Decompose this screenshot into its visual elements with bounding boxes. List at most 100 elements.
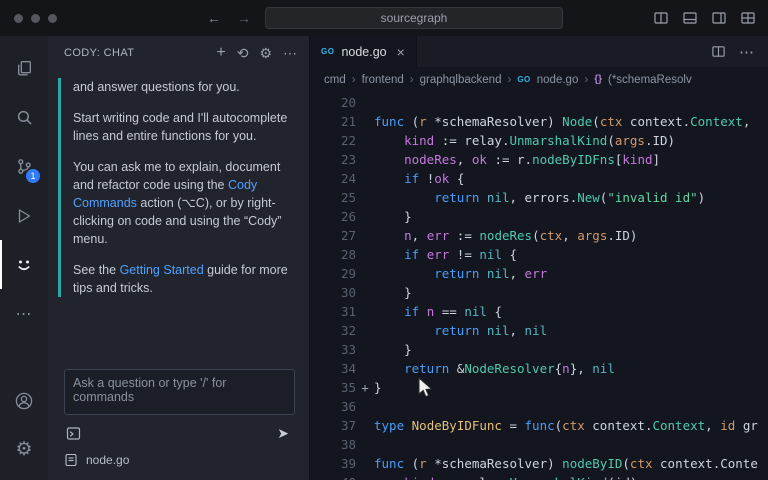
sidebar-header-actions: + ⟲ ⚙ ⋯ <box>216 45 297 61</box>
chat-input-container <box>64 369 295 420</box>
gutter-spacer <box>356 473 374 480</box>
gutter-spacer <box>356 150 374 169</box>
chat-paragraph: You can ask me to explain, document and … <box>73 158 295 248</box>
chat-paragraph: Start writing code and I'll autocomplete… <box>73 109 295 145</box>
close-tab-icon[interactable]: × <box>397 44 405 60</box>
customize-layout-icon[interactable] <box>740 10 756 26</box>
breadcrumb-separator: › <box>351 73 356 86</box>
window-close-icon[interactable] <box>14 13 23 23</box>
command-prompt-icon[interactable] <box>66 426 81 441</box>
scm-badge: 1 <box>26 169 40 183</box>
gutter-spacer <box>356 169 374 188</box>
code-text: if err != nil { <box>404 247 518 262</box>
line-number: 23 <box>340 152 356 167</box>
chat-text: and answer questions for you. <box>73 80 240 94</box>
breadcrumb-item[interactable]: cmd <box>324 74 346 86</box>
toggle-sidebar-right-icon[interactable] <box>711 10 727 26</box>
command-center-search[interactable]: sourcegraph <box>265 7 563 29</box>
gutter-spacer <box>356 226 374 245</box>
line-number: 32 <box>340 323 356 338</box>
line-number: 25 <box>340 190 356 205</box>
code-text: n, err := nodeRes(ctx, args.ID) <box>404 228 638 243</box>
settings-gear-icon[interactable]: ⚙ <box>0 425 48 474</box>
search-icon[interactable] <box>0 93 48 142</box>
line-number: 29 <box>340 266 356 281</box>
code-text: kind := relay.UnmarshalKind(id) <box>374 473 637 480</box>
explorer-icon[interactable] <box>0 44 48 93</box>
chat-input[interactable] <box>64 369 295 415</box>
code-text: } <box>374 342 412 357</box>
code-editor[interactable]: 20 21 func (r *schemaResolver) Node(ctx co… <box>310 92 768 480</box>
code-text: if n == nil { <box>404 304 502 319</box>
code-text: func (r *schemaResolver) nodeByID(ctx co… <box>374 456 758 471</box>
new-chat-icon[interactable]: + <box>216 45 225 61</box>
breadcrumb-item[interactable]: graphqlbackend <box>420 74 502 86</box>
activity-bar-bottom: ⚙ <box>0 376 48 480</box>
line-number: 26 <box>340 209 356 224</box>
gutter-spacer <box>356 112 374 131</box>
back-button[interactable]: ← <box>207 11 221 25</box>
add-annotation-icon[interactable]: + <box>356 378 374 397</box>
chat-settings-gear-icon[interactable]: ⚙ <box>259 46 272 60</box>
code-text: kind := relay.UnmarshalKind(args.ID) <box>404 133 676 148</box>
line-number: 38 <box>340 437 356 452</box>
go-file-icon: GO <box>517 75 531 84</box>
chat-input-actions: ➤ <box>48 420 309 444</box>
sidebar-header: CODY: CHAT + ⟲ ⚙ ⋯ <box>48 36 309 70</box>
line-number: 20 <box>340 95 356 110</box>
context-file-row[interactable]: node.go <box>48 444 309 476</box>
search-text: sourcegraph <box>380 11 448 25</box>
code-text: nodeRes, ok := r.nodeByIDFns[kind] <box>404 152 661 167</box>
line-number: 39 <box>340 456 356 471</box>
code-line: 30 } <box>310 283 768 302</box>
gutter-spacer <box>356 283 374 302</box>
code-line: 39 func (r *schemaResolver) nodeByID(ctx … <box>310 454 768 473</box>
editor-more-icon[interactable]: ⋯ <box>739 43 755 61</box>
code-line: 23 nodeRes, ok := r.nodeByIDFns[kind] <box>310 150 768 169</box>
window-controls[interactable] <box>14 13 57 23</box>
breadcrumb-item[interactable]: frontend <box>362 74 404 86</box>
breadcrumb-item[interactable]: (*schemaResolv <box>608 74 692 86</box>
chat-history-icon[interactable]: ⟲ <box>237 46 249 60</box>
line-number: 22 <box>340 133 356 148</box>
code-line: 28 if err != nil { <box>310 245 768 264</box>
gutter-spacer <box>356 131 374 150</box>
code-line: 32 return nil, nil <box>310 321 768 340</box>
chat-text: Start writing code and I'll autocomplete… <box>73 111 288 143</box>
line-number: 40 <box>310 473 356 480</box>
vscode-window: ← → sourcegraph 1 ⋯ ⚙ CODY: CHAT + ⟲ ⚙ ⋯… <box>0 0 768 480</box>
line-number: 28 <box>340 247 356 262</box>
tab-node-go[interactable]: GO node.go × <box>310 36 417 67</box>
gutter-spacer <box>356 264 374 283</box>
window-minimize-icon[interactable] <box>31 13 40 23</box>
code-text: } <box>374 209 412 224</box>
split-editor-icon[interactable] <box>653 10 669 26</box>
gutter-spacer <box>356 188 374 207</box>
sidebar-more-icon[interactable]: ⋯ <box>283 46 297 60</box>
code-text: } <box>374 285 412 300</box>
chat-paragraph: and answer questions for you. <box>73 78 295 96</box>
send-message-icon[interactable]: ➤ <box>277 425 289 442</box>
code-text: if !ok { <box>404 171 465 186</box>
account-icon[interactable] <box>0 376 48 425</box>
source-control-icon[interactable]: 1 <box>0 142 48 191</box>
cody-icon[interactable] <box>0 240 48 289</box>
breadcrumb-separator: › <box>409 73 414 86</box>
breadcrumb-separator: › <box>584 73 589 86</box>
window-maximize-icon[interactable] <box>48 13 57 23</box>
tab-label: node.go <box>341 44 387 59</box>
run-debug-icon[interactable] <box>0 191 48 240</box>
chat-link[interactable]: Getting Started <box>120 263 204 277</box>
code-text: type NodeByIDFunc = func(ctx context.Con… <box>374 418 758 433</box>
line-number: 37 <box>340 418 356 433</box>
more-views-icon[interactable]: ⋯ <box>0 289 48 338</box>
editor-actions: ⋯ <box>698 36 768 67</box>
toggle-panel-icon[interactable] <box>682 10 698 26</box>
chat-transcript[interactable]: and answer questions for you. Start writi… <box>48 70 309 365</box>
split-editor-icon[interactable] <box>711 44 726 59</box>
go-file-icon: GO <box>321 47 335 56</box>
gutter-spacer <box>356 340 374 359</box>
breadcrumb-item[interactable]: node.go <box>537 74 579 86</box>
forward-button[interactable]: → <box>237 11 251 25</box>
gutter-spacer <box>356 397 374 416</box>
